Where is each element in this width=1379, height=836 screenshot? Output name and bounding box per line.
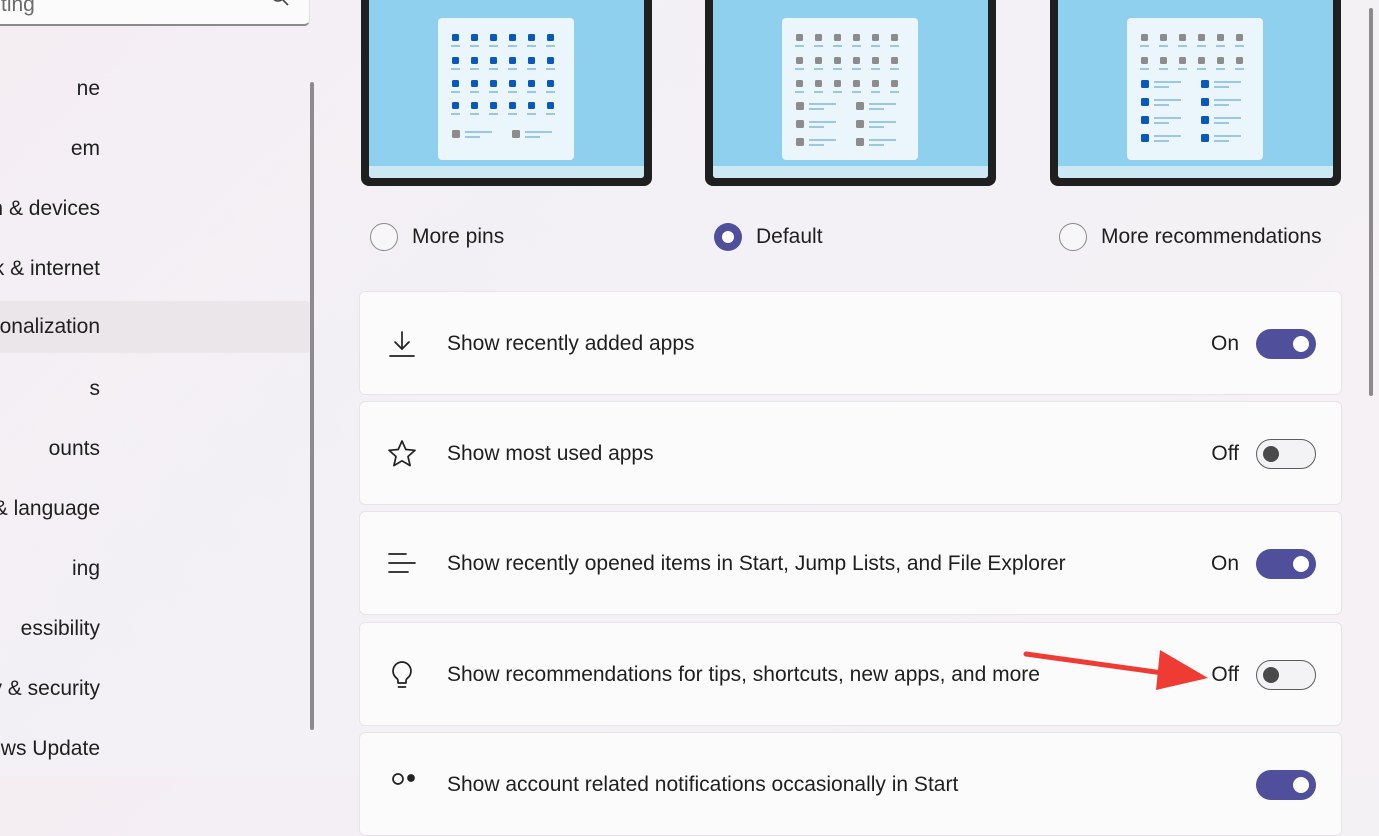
sidebar-item-network[interactable]: work & internet bbox=[0, 243, 311, 295]
sidebar-item-windows-update[interactable]: dows Update bbox=[0, 723, 311, 775]
toggle-most-used-apps[interactable] bbox=[1256, 439, 1316, 469]
search-input[interactable]: ting bbox=[0, 0, 310, 26]
setting-recently-opened-items: Show recently opened items in Start, Jum… bbox=[359, 511, 1342, 615]
toggle-state-text: On bbox=[1210, 332, 1239, 355]
preview-screen bbox=[369, 0, 644, 178]
sidebar-item-personalization[interactable]: onalization bbox=[0, 301, 311, 353]
main-scrollbar[interactable] bbox=[1369, 8, 1373, 396]
layout-option-default[interactable]: Default bbox=[714, 222, 823, 252]
radio-default[interactable] bbox=[714, 223, 742, 251]
radio-label: Default bbox=[756, 225, 823, 248]
radio-label: More pins bbox=[412, 225, 505, 248]
setting-recently-added-apps: Show recently added apps On bbox=[359, 291, 1342, 395]
setting-most-used-apps: Show most used apps Off bbox=[359, 401, 1342, 505]
star-icon bbox=[388, 440, 416, 467]
sidebar-item-accessibility[interactable]: essibility bbox=[0, 603, 311, 655]
list-icon bbox=[388, 553, 416, 573]
layout-preview-more-pins[interactable] bbox=[361, 0, 652, 186]
annotation-arrow-icon bbox=[1023, 650, 1208, 690]
default-preview-icon bbox=[795, 34, 899, 146]
preview-taskbar bbox=[1058, 166, 1333, 178]
setting-label: Show recently added apps bbox=[447, 332, 695, 355]
preview-taskbar bbox=[369, 166, 644, 178]
setting-account-notifications: Show account related notifications occas… bbox=[359, 732, 1342, 836]
setting-label: Show most used apps bbox=[447, 442, 654, 465]
layout-option-more-recommendations[interactable]: More recommendations bbox=[1059, 222, 1322, 252]
toggle-recommendations-tips[interactable] bbox=[1256, 660, 1316, 690]
setting-label: Show account related notifications occas… bbox=[447, 773, 959, 796]
sidebar-item-time-language[interactable]: e & language bbox=[0, 483, 311, 535]
toggle-state-text: Off bbox=[1211, 442, 1239, 465]
toggle-account-notifications[interactable] bbox=[1256, 770, 1316, 800]
start-menu-preview bbox=[438, 18, 574, 160]
sidebar: ting ne em tooth & devices work & intern… bbox=[0, 0, 318, 776]
radio-more-recommendations[interactable] bbox=[1059, 223, 1087, 251]
sidebar-item-system[interactable]: em bbox=[0, 123, 311, 175]
setting-label: Show recently opened items in Start, Jum… bbox=[447, 552, 1066, 575]
toggle-recently-added-apps[interactable] bbox=[1256, 329, 1316, 359]
radio-more-pins[interactable] bbox=[370, 223, 398, 251]
setting-label: Show recommendations for tips, shortcuts… bbox=[447, 663, 1040, 686]
layout-option-more-pins[interactable]: More pins bbox=[370, 222, 504, 252]
sidebar-item-privacy-security[interactable]: acy & security bbox=[0, 663, 311, 715]
layout-preview-default[interactable] bbox=[705, 0, 996, 186]
preview-taskbar bbox=[713, 166, 988, 178]
search-icon[interactable] bbox=[269, 0, 291, 11]
preview-screen bbox=[713, 0, 988, 178]
layout-preview-more-recommendations[interactable] bbox=[1050, 0, 1341, 186]
sidebar-item-accounts[interactable]: ounts bbox=[0, 423, 311, 475]
sidebar-item-home[interactable]: ne bbox=[0, 63, 311, 115]
lightbulb-icon bbox=[392, 661, 412, 688]
sidebar-item-bluetooth[interactable]: tooth & devices bbox=[0, 183, 311, 235]
download-icon bbox=[389, 331, 415, 357]
preview-screen bbox=[1058, 0, 1333, 178]
more-recommendations-preview-icon bbox=[1140, 34, 1244, 142]
sidebar-item-gaming[interactable]: ing bbox=[0, 543, 311, 595]
toggle-state-text: On bbox=[1210, 552, 1239, 575]
radio-label: More recommendations bbox=[1101, 225, 1322, 248]
start-menu-preview bbox=[782, 18, 918, 160]
sidebar-item-apps[interactable]: s bbox=[0, 363, 311, 415]
start-menu-preview bbox=[1127, 18, 1263, 160]
more-pins-preview-icon bbox=[451, 34, 555, 138]
sidebar-scrollbar[interactable] bbox=[310, 82, 314, 730]
account-icon bbox=[392, 773, 415, 785]
toggle-recently-opened-items[interactable] bbox=[1256, 549, 1316, 579]
search-placeholder: ting bbox=[1, 0, 35, 16]
